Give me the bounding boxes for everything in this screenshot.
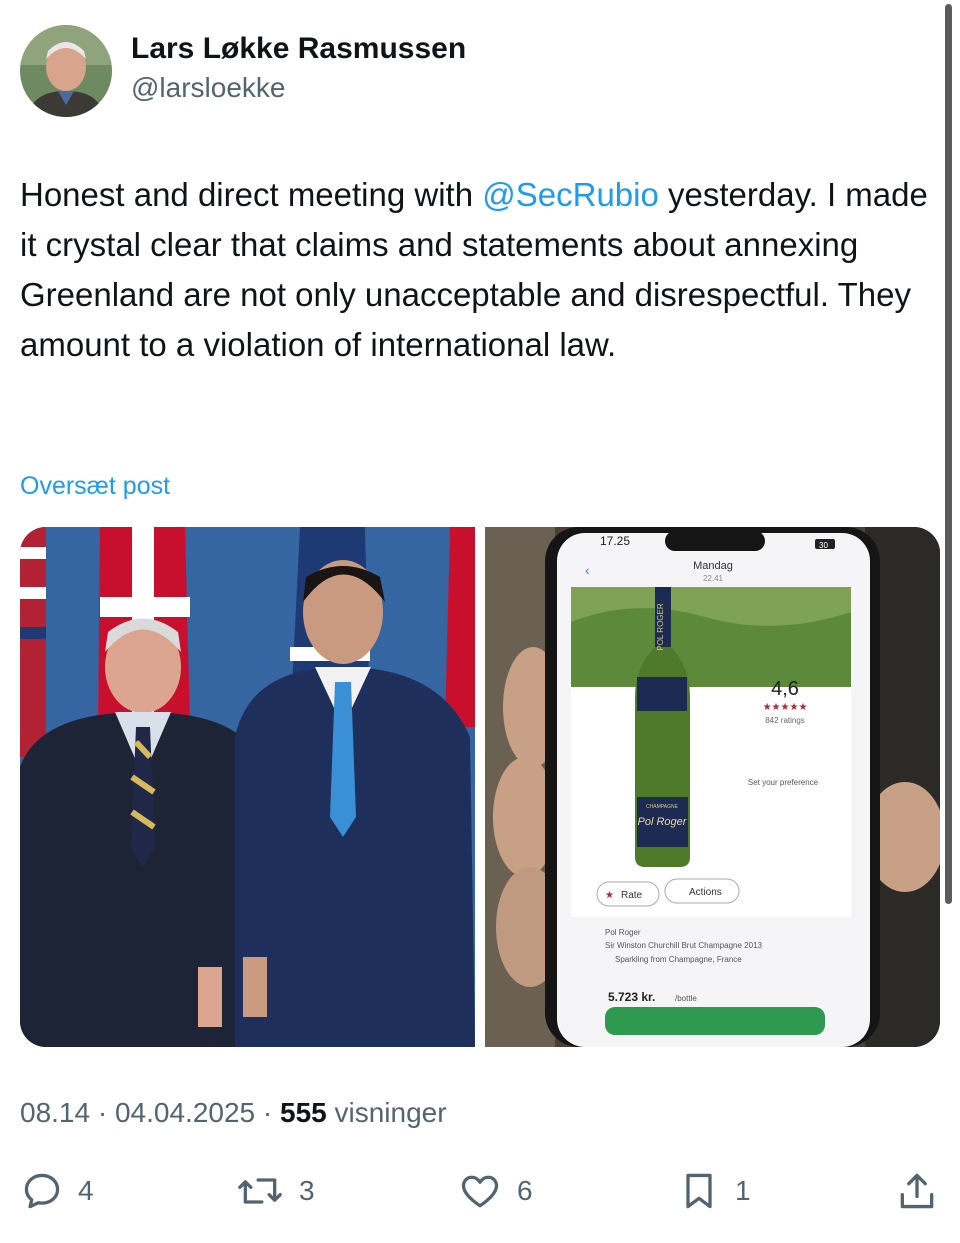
bookmark-icon [686,1173,712,1209]
like-button[interactable]: 6 [457,1168,533,1214]
bookmark-count: 1 [735,1175,751,1206]
tweet-text: Honest and direct meeting with @SecRubio… [20,170,935,370]
ratings-count: 842 ratings [765,716,805,725]
bookmark-button[interactable]: 1 [677,1168,751,1214]
bottle-label-main: Pol Roger [638,816,688,828]
views-count: 555 [280,1097,327,1128]
media-grid: 17.25 30 ‹ Mandag 22.41 POL ROGER CHAMPA… [20,527,940,1047]
views-label: visninger [334,1097,447,1128]
reply-count: 4 [78,1175,94,1206]
repost-icon [238,1178,282,1204]
svg-text:★: ★ [605,890,614,901]
mention-link[interactable]: @SecRubio [482,176,659,213]
bottle-label-top: POL ROGER [656,603,665,650]
tweet-time[interactable]: 08.14 [20,1097,90,1128]
tweet-meta: 08.14 · 04.04.2025 · 555 visninger [20,1097,447,1128]
set-preference-link[interactable]: Set your preference [748,778,819,787]
phone-rate-button[interactable]: Rate [621,890,643,901]
repost-button[interactable]: 3 [235,1168,315,1214]
reply-icon [24,1173,60,1209]
share-button[interactable] [895,1168,939,1214]
phone-photo[interactable]: 17.25 30 ‹ Mandag 22.41 POL ROGER CHAMPA… [485,527,940,1047]
reply-button[interactable]: 4 [20,1168,94,1214]
author-handle[interactable]: @larsloekke [131,72,285,104]
wine-rating: 4,6 [771,678,799,700]
wine-name: Sir Winston Churchill Brut Champagne 201… [605,941,763,950]
wine-origin: Sparkling from Champagne, France [615,955,742,964]
tweet-text-before: Honest and direct meeting with [20,176,483,213]
phone-time: 17.25 [600,534,630,548]
heart-icon [461,1175,499,1208]
author-name[interactable]: Lars Løkke Rasmussen [131,32,466,66]
wine-price: 5.723 kr. [608,990,655,1004]
phone-actions-button[interactable]: Actions [689,887,722,898]
wine-producer: Pol Roger [605,928,641,937]
like-count: 6 [517,1175,533,1206]
meeting-photo[interactable] [20,527,475,1047]
translate-link[interactable]: Oversæt post [20,472,170,501]
rating-stars: ★★★★★ [763,702,808,713]
scrollbar[interactable] [945,4,952,904]
bottle-label-sub: CHAMPAGNE [646,804,679,810]
phone-battery: 30 [819,541,828,550]
avatar[interactable] [20,25,112,117]
tweet-date[interactable]: 04.04.2025 [115,1097,255,1128]
repost-count: 3 [299,1175,315,1206]
share-icon [900,1173,934,1209]
phone-header-time: 22.41 [703,574,724,583]
phone-header-day: Mandag [693,560,733,572]
wine-price-unit: /bottle [675,994,697,1003]
svg-text:‹: ‹ [585,562,590,578]
